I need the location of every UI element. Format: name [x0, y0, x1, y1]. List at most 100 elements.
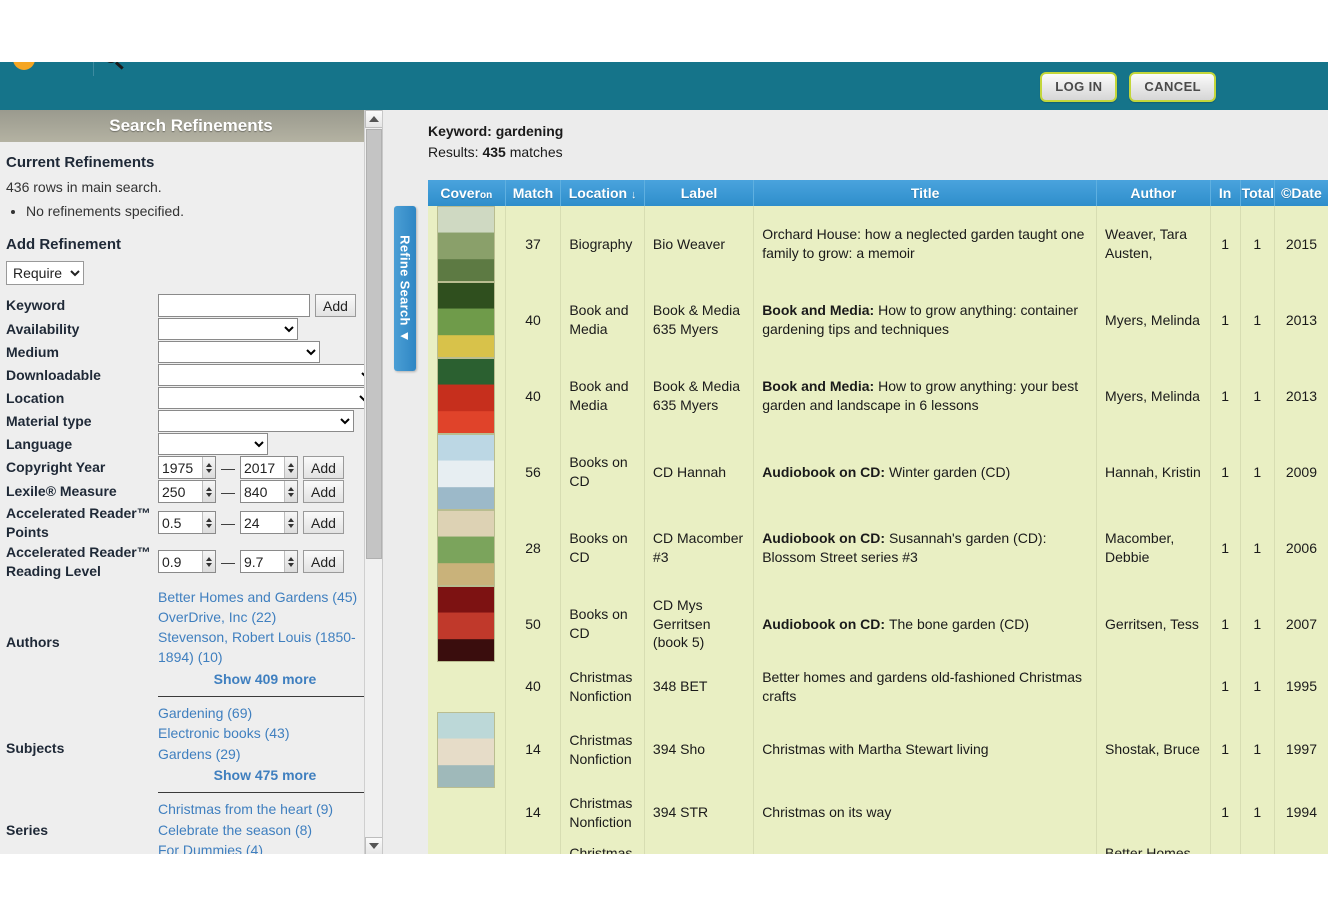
spinner-icon[interactable] [202, 512, 215, 534]
scroll-down-icon[interactable] [365, 837, 382, 855]
cell-title[interactable]: Audiobook on CD: The bone garden (CD) [753, 586, 1098, 662]
keyword-input[interactable] [158, 294, 310, 317]
spinner-icon[interactable] [284, 481, 297, 502]
logo-icon[interactable] [13, 62, 35, 70]
ar-reading-level-min-stepper[interactable] [158, 550, 216, 574]
cell-title[interactable]: Christmas from the heart [753, 837, 1098, 888]
facet-link[interactable]: Better Homes and Gardens (45) [158, 587, 372, 607]
add-copyright-year-button[interactable]: Add [303, 456, 344, 479]
current-refinements-heading: Current Refinements [6, 154, 155, 171]
table-row[interactable]: 40 Book and Media Book & Media 635 Myers Bo… [428, 282, 1328, 358]
column-header-author[interactable]: Author [1096, 180, 1211, 206]
table-row[interactable]: 73 Christmas Nonfiction 641.5 Better Christ… [428, 837, 1328, 888]
refine-search-tab[interactable]: Refine Search ▼ [394, 206, 416, 371]
cell-title[interactable]: Book and Media: How to grow anything: co… [753, 282, 1098, 358]
material-type-select[interactable] [158, 410, 354, 432]
cell-date: 2013 [1285, 311, 1318, 328]
column-header-match[interactable]: Match [505, 180, 562, 206]
copyright-year-min-stepper[interactable] [158, 456, 216, 479]
scrollbar-thumb[interactable] [366, 129, 382, 559]
ar-points-max-input[interactable] [244, 514, 284, 531]
facet-show-more-link[interactable]: Show 475 more [158, 765, 372, 785]
table-row[interactable]: 40 Book and Media Book & Media 635 Myers Bo… [428, 358, 1328, 434]
facet-link[interactable]: For Dummies (4) [158, 840, 372, 855]
book-cover-image[interactable] [437, 206, 496, 282]
book-cover-image[interactable] [437, 434, 496, 510]
book-cover-image[interactable] [437, 510, 496, 586]
facet-link[interactable]: Christmas from the heart (9) [158, 799, 372, 819]
spinner-icon[interactable] [284, 551, 297, 573]
availability-select[interactable] [158, 318, 298, 340]
book-cover-image[interactable] [437, 711, 496, 788]
column-header-label[interactable]: Label [644, 180, 755, 206]
copyright-year-min-input[interactable] [162, 459, 202, 476]
cell-title[interactable]: Orchard House: how a neglected garden ta… [753, 206, 1098, 282]
column-header-date[interactable]: ©Date [1274, 180, 1328, 206]
add-keyword-button[interactable]: Add [315, 294, 356, 317]
add-ar-reading-level-button[interactable]: Add [303, 550, 344, 574]
copyright-year-max-input[interactable] [244, 459, 284, 476]
cell-label: CD Macomber #3 [644, 510, 755, 586]
require-select[interactable]: Require [6, 261, 84, 285]
sidebar-scrollbar[interactable] [364, 110, 382, 855]
ar-points-max-stepper[interactable] [240, 511, 298, 535]
column-header-total[interactable]: Total [1240, 180, 1275, 206]
cell-title[interactable]: Audiobook on CD: Susannah's garden (CD):… [753, 510, 1098, 586]
cell-title[interactable] [753, 887, 1098, 898]
spinner-icon[interactable] [202, 551, 215, 573]
title-prefix: Book and Media: [762, 378, 879, 395]
location-select[interactable] [158, 387, 373, 409]
scroll-up-icon[interactable] [365, 110, 382, 128]
facet-link[interactable]: Gardening (69) [158, 703, 372, 723]
table-row[interactable]: 50 Books on CD CD Mys Gerritsen (book 5) Au… [428, 586, 1328, 662]
table-row[interactable]: 14 Christmas Nonfiction 394 STR Christmas o… [428, 787, 1328, 838]
column-header-title[interactable]: Title [753, 180, 1098, 206]
column-header-cover[interactable]: Coveron [428, 180, 506, 206]
book-cover-image[interactable] [437, 358, 496, 434]
add-ar-points-button[interactable]: Add [303, 511, 344, 535]
column-header-location[interactable]: Location ↓ [560, 180, 645, 206]
table-row[interactable]: 40 Christmas Nonfiction 348 BET Better home… [428, 662, 1328, 712]
book-cover-image[interactable] [437, 586, 496, 662]
table-row[interactable]: Christmas [428, 887, 1328, 898]
ar-reading-level-max-input[interactable] [244, 553, 284, 570]
table-row[interactable]: 28 Books on CD CD Macomber #3 Audiobook on … [428, 510, 1328, 586]
cell-title[interactable]: Christmas with Martha Stewart living [753, 711, 1098, 788]
book-cover-image[interactable] [437, 282, 496, 358]
ar-points-min-input[interactable] [162, 514, 202, 531]
spinner-icon[interactable] [284, 512, 297, 534]
copyright-year-max-stepper[interactable] [240, 456, 298, 479]
lexile-max-input[interactable] [244, 483, 284, 500]
facet-group-label: Series [6, 821, 49, 838]
table-row[interactable]: 14 Christmas Nonfiction 394 Sho Christmas w… [428, 711, 1328, 788]
cell-title[interactable]: Book and Media: How to grow anything: yo… [753, 358, 1098, 434]
spinner-icon[interactable] [202, 481, 215, 502]
spinner-icon[interactable] [284, 457, 297, 478]
lexile-min-stepper[interactable] [158, 480, 216, 503]
cell-title[interactable]: Better homes and gardens old-fashioned C… [753, 662, 1098, 712]
facet-link[interactable]: Stevenson, Robert Louis (1850-1894) (10) [158, 627, 372, 668]
table-row[interactable]: 56 Books on CD CD Hannah Audiobook on CD: W… [428, 434, 1328, 510]
ar-reading-level-max-stepper[interactable] [240, 550, 298, 574]
cell-title[interactable]: Christmas on its way [753, 787, 1098, 838]
lexile-max-stepper[interactable] [240, 480, 298, 503]
add-lexile-button[interactable]: Add [303, 480, 344, 503]
facet-link[interactable]: Gardens (29) [158, 744, 372, 764]
downloadable-select[interactable] [158, 364, 375, 386]
cell-title[interactable]: Audiobook on CD: Winter garden (CD) [753, 434, 1098, 510]
column-header-in[interactable]: In [1210, 180, 1241, 206]
facet-link[interactable]: OverDrive, Inc (22) [158, 607, 372, 627]
table-row[interactable]: 37 Biography Bio Weaver Orchard House: how … [428, 206, 1328, 282]
facet-link[interactable]: Electronic books (43) [158, 723, 372, 743]
language-select[interactable] [158, 433, 268, 455]
medium-select[interactable] [158, 341, 320, 363]
lexile-min-input[interactable] [162, 483, 202, 500]
search-icon[interactable] [104, 62, 124, 70]
facet-link[interactable]: Celebrate the season (8) [158, 820, 372, 840]
facet-show-more-link[interactable]: Show 409 more [158, 669, 372, 689]
spinner-icon[interactable] [202, 457, 215, 478]
ar-reading-level-min-input[interactable] [162, 553, 202, 570]
ar-points-min-stepper[interactable] [158, 511, 216, 535]
cancel-button[interactable]: CANCEL [1129, 72, 1216, 102]
login-button[interactable]: LOG IN [1040, 72, 1118, 102]
